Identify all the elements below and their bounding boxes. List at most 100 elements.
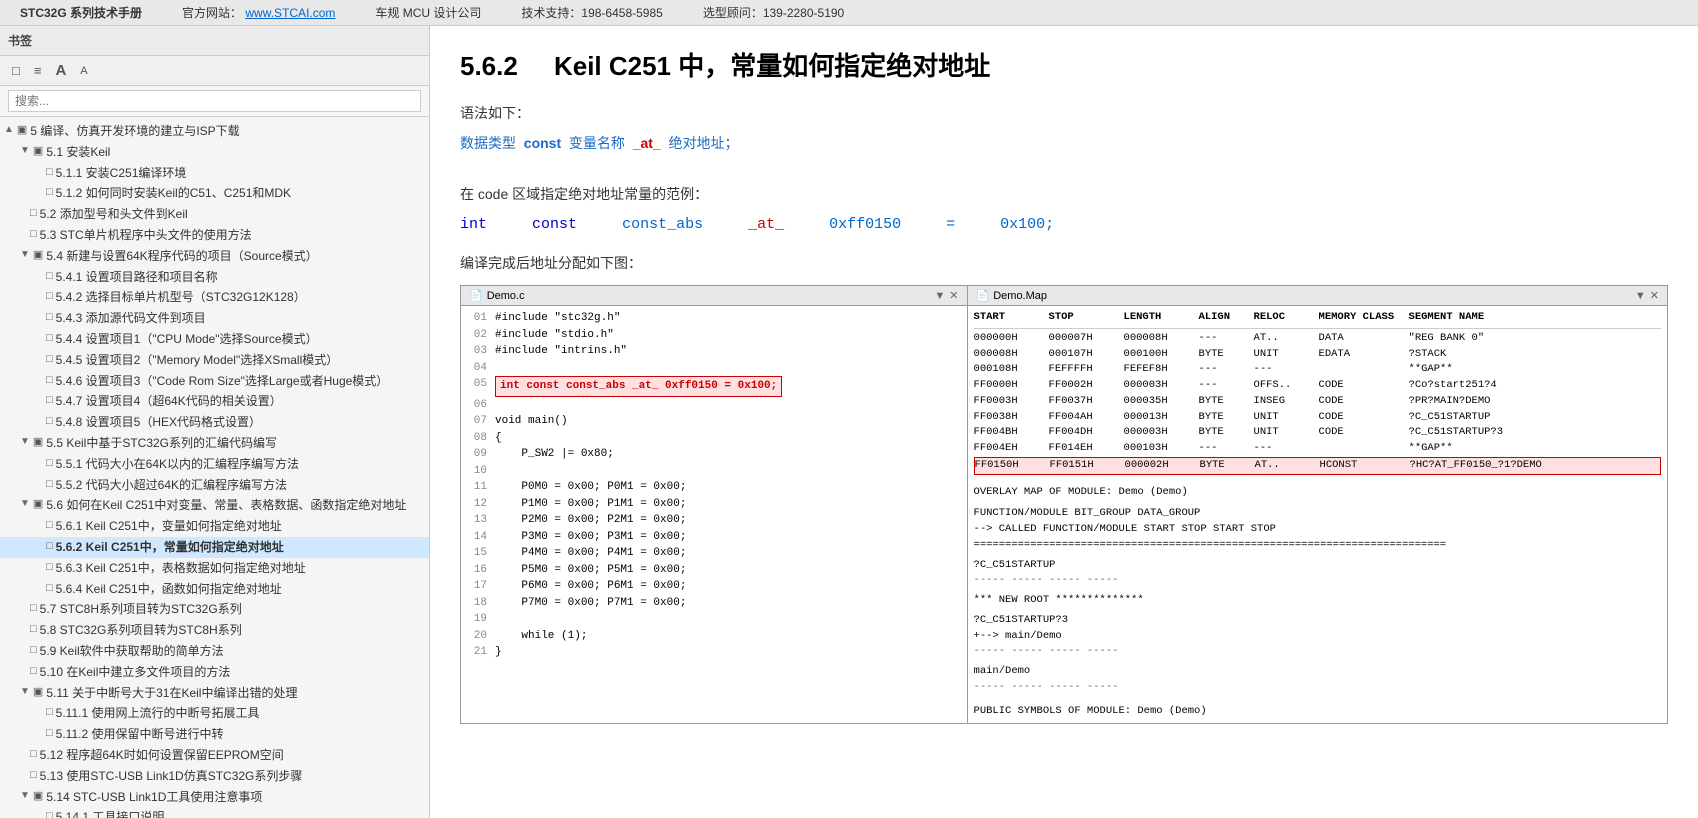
tree-label-13: 5.4.7 设置项目4（超64K代码的相关设置） <box>56 393 425 410</box>
sidebar-btn-list[interactable]: ≡ <box>30 61 46 80</box>
map-cell-2-6: **GAP** <box>1409 362 1589 378</box>
sidebar-item-23[interactable]: □ 5.7 STC8H系列项目转为STC32G系列 <box>0 599 429 620</box>
sidebar-btn-font-large[interactable]: A <box>51 60 70 81</box>
pin-icon[interactable]: ▼ <box>934 290 945 302</box>
collapse-icon-32[interactable]: ▼ <box>20 789 30 803</box>
sidebar-item-3[interactable]: □ 5.1.2 如何同时安装Keil的C51、C251和MDK <box>0 183 429 204</box>
startup3-arrow: +--> main/Demo <box>974 629 1661 645</box>
map-cell-6-4: UNIT <box>1254 425 1319 441</box>
sidebar-item-9[interactable]: □ 5.4.3 添加源代码文件到项目 <box>0 308 429 329</box>
tree-icon-4: □ <box>30 206 37 221</box>
sidebar-item-12[interactable]: □ 5.4.6 设置项目3（"Code Rom Size"选择Large或者Hu… <box>0 371 429 392</box>
sidebar-item-6[interactable]: ▼▣ 5.4 新建与设置64K程序代码的项目（Source模式） <box>0 246 429 267</box>
sidebar-item-19[interactable]: □ 5.6.1 Keil C251中，变量如何指定绝对地址 <box>0 516 429 537</box>
map-cell-3-1: FF0002H <box>1049 378 1124 394</box>
sidebar-item-8[interactable]: □ 5.4.2 选择目标单片机型号（STC32G12K128） <box>0 287 429 308</box>
sidebar-item-0[interactable]: ▲▣ 5 编译、仿真开发环境的建立与ISP下载 <box>0 121 429 142</box>
website-link[interactable]: www.STCAI.com <box>245 6 335 20</box>
sidebar-item-14[interactable]: □ 5.4.8 设置项目5（HEX代码格式设置） <box>0 412 429 433</box>
map-cell-5-6: ?C_C51STARTUP <box>1409 410 1589 426</box>
code-line-7: 08{ <box>465 430 963 447</box>
sidebar-item-2[interactable]: □ 5.1.1 安装C251编译环境 <box>0 163 429 184</box>
collapse-icon-0[interactable]: ▲ <box>4 123 14 137</box>
demo-map-titlebar: 📄 Demo.Map ▼ ✕ <box>968 286 1667 306</box>
line-num-20: 21 <box>465 644 487 661</box>
sidebar-title: 书签 <box>8 32 32 49</box>
code-line-20: 21} <box>465 644 963 661</box>
tree-icon-17: □ <box>46 477 53 492</box>
sidebar-btn-font-small[interactable]: A <box>76 63 91 79</box>
tree-label-14: 5.4.8 设置项目5（HEX代码格式设置） <box>56 414 425 431</box>
tree-icon-12: □ <box>46 373 53 388</box>
website-label: 官方网站： www.STCAI.com <box>182 4 335 21</box>
sidebar-item-13[interactable]: □ 5.4.7 设置项目4（超64K代码的相关设置） <box>0 391 429 412</box>
line-num-17: 18 <box>465 595 487 612</box>
sidebar-item-31[interactable]: □ 5.13 使用STC-USB Link1D仿真STC32G系列步骤 <box>0 766 429 787</box>
tree-icon-5: □ <box>30 227 37 242</box>
map-header-col-5: MEMORY CLASS <box>1319 310 1409 326</box>
sidebar-item-25[interactable]: □ 5.9 Keil软件中获取帮助的简单方法 <box>0 641 429 662</box>
sidebar-item-24[interactable]: □ 5.8 STC32G系列项目转为STC8H系列 <box>0 620 429 641</box>
function-divider: ========================================… <box>974 538 1661 554</box>
collapse-icon-18[interactable]: ▼ <box>20 497 30 511</box>
sidebar-item-15[interactable]: ▼▣ 5.5 Keil中基于STC32G系列的汇编代码编写 <box>0 433 429 454</box>
line-text-4: int const const_abs _at_ 0xff0150 = 0x10… <box>495 376 782 397</box>
map-header-col-3: ALIGN <box>1199 310 1254 326</box>
line-text-14: P4M0 = 0x00; P4M1 = 0x00; <box>495 545 686 562</box>
line-text-10: P0M0 = 0x00; P0M1 = 0x00; <box>495 479 686 496</box>
sidebar-item-16[interactable]: □ 5.5.1 代码大小在64K以内的汇编程序编写方法 <box>0 454 429 475</box>
sidebar-item-22[interactable]: □ 5.6.4 Keil C251中，函数如何指定绝对地址 <box>0 579 429 600</box>
sidebar-item-7[interactable]: □ 5.4.1 设置项目路径和项目名称 <box>0 267 429 288</box>
sidebar-item-21[interactable]: □ 5.6.3 Keil C251中，表格数据如何指定绝对地址 <box>0 558 429 579</box>
map-pin-icon[interactable]: ▼ <box>1635 290 1646 302</box>
line-text-15: P5M0 = 0x00; P5M1 = 0x00; <box>495 562 686 579</box>
collapse-icon-27[interactable]: ▼ <box>20 685 30 699</box>
collapse-icon-15[interactable]: ▼ <box>20 435 30 449</box>
line-num-14: 15 <box>465 545 487 562</box>
sidebar-btn-box[interactable]: □ <box>8 61 24 80</box>
map-cell-0-1: 000007H <box>1049 331 1124 347</box>
collapse-icon-1[interactable]: ▼ <box>20 144 30 158</box>
sidebar-item-10[interactable]: □ 5.4.4 设置项目1（"CPU Mode"选择Source模式） <box>0 329 429 350</box>
sidebar-item-26[interactable]: □ 5.10 在Keil中建立多文件项目的方法 <box>0 662 429 683</box>
sidebar-item-29[interactable]: □ 5.11.2 使用保留中断号进行中转 <box>0 724 429 745</box>
tree-icon-11: □ <box>46 352 53 367</box>
sidebar-item-28[interactable]: □ 5.11.1 使用网上流行的中断号拓展工具 <box>0 703 429 724</box>
main-demo-dash: ----- ----- ----- ----- <box>974 680 1661 696</box>
collapse-icon-6[interactable]: ▼ <box>20 248 30 262</box>
tree-icon-10: □ <box>46 331 53 346</box>
sidebar-item-4[interactable]: □ 5.2 添加型号和头文件到Keil <box>0 204 429 225</box>
sidebar-item-11[interactable]: □ 5.4.5 设置项目2（"Memory Model"选择XSmall模式） <box>0 350 429 371</box>
tree-label-24: 5.8 STC32G系列项目转为STC8H系列 <box>40 622 425 639</box>
new-root: *** NEW ROOT ************** <box>974 593 1661 609</box>
code-line-0: 01#include "stc32g.h" <box>465 310 963 327</box>
tech-support: 技术支持：198-6458-5985 <box>521 4 662 21</box>
sidebar-item-18[interactable]: ▼▣ 5.6 如何在Keil C251中对变量、常量、表格数据、函数指定绝对地址 <box>0 495 429 516</box>
sidebar-item-30[interactable]: □ 5.12 程序超64K时如何设置保留EEPROM空间 <box>0 745 429 766</box>
line-num-6: 07 <box>465 413 487 430</box>
line-num-3: 04 <box>465 360 487 377</box>
search-input[interactable] <box>8 90 421 112</box>
sidebar-item-1[interactable]: ▼▣ 5.1 安装Keil <box>0 142 429 163</box>
sidebar-item-17[interactable]: □ 5.5.2 代码大小超过64K的汇编程序编写方法 <box>0 475 429 496</box>
line-text-7: { <box>495 430 502 447</box>
tree-icon-7: □ <box>46 269 53 284</box>
map-cell-8-2: 000002H <box>1125 458 1200 474</box>
line-num-9: 10 <box>465 463 487 480</box>
main-demo-label: main/Demo <box>974 664 1661 680</box>
tree-icon-15: ▣ <box>33 435 43 450</box>
line-num-16: 17 <box>465 578 487 595</box>
map-cell-0-6: "REG BANK 0" <box>1409 331 1589 347</box>
map-cell-3-2: 000003H <box>1124 378 1199 394</box>
code-line-11: 12 P1M0 = 0x00; P1M1 = 0x00; <box>465 496 963 513</box>
close-icon[interactable]: ✕ <box>949 289 958 302</box>
sidebar-item-27[interactable]: ▼▣ 5.11 关于中断号大于31在Keil中编译出错的处理 <box>0 683 429 704</box>
sidebar-item-5[interactable]: □ 5.3 STC单片机程序中头文件的使用方法 <box>0 225 429 246</box>
sidebar-item-33[interactable]: □ 5.14.1 工具接口说明 <box>0 807 429 818</box>
map-header-col-2: LENGTH <box>1124 310 1199 326</box>
line-text-19: while (1); <box>495 628 587 645</box>
map-close-icon[interactable]: ✕ <box>1650 289 1659 302</box>
sidebar-item-20[interactable]: □ 5.6.2 Keil C251中，常量如何指定绝对地址 <box>0 537 429 558</box>
sidebar-item-32[interactable]: ▼▣ 5.14 STC-USB Link1D工具使用注意事项 <box>0 787 429 808</box>
company-label: 车规 MCU 设计公司 <box>375 4 481 21</box>
